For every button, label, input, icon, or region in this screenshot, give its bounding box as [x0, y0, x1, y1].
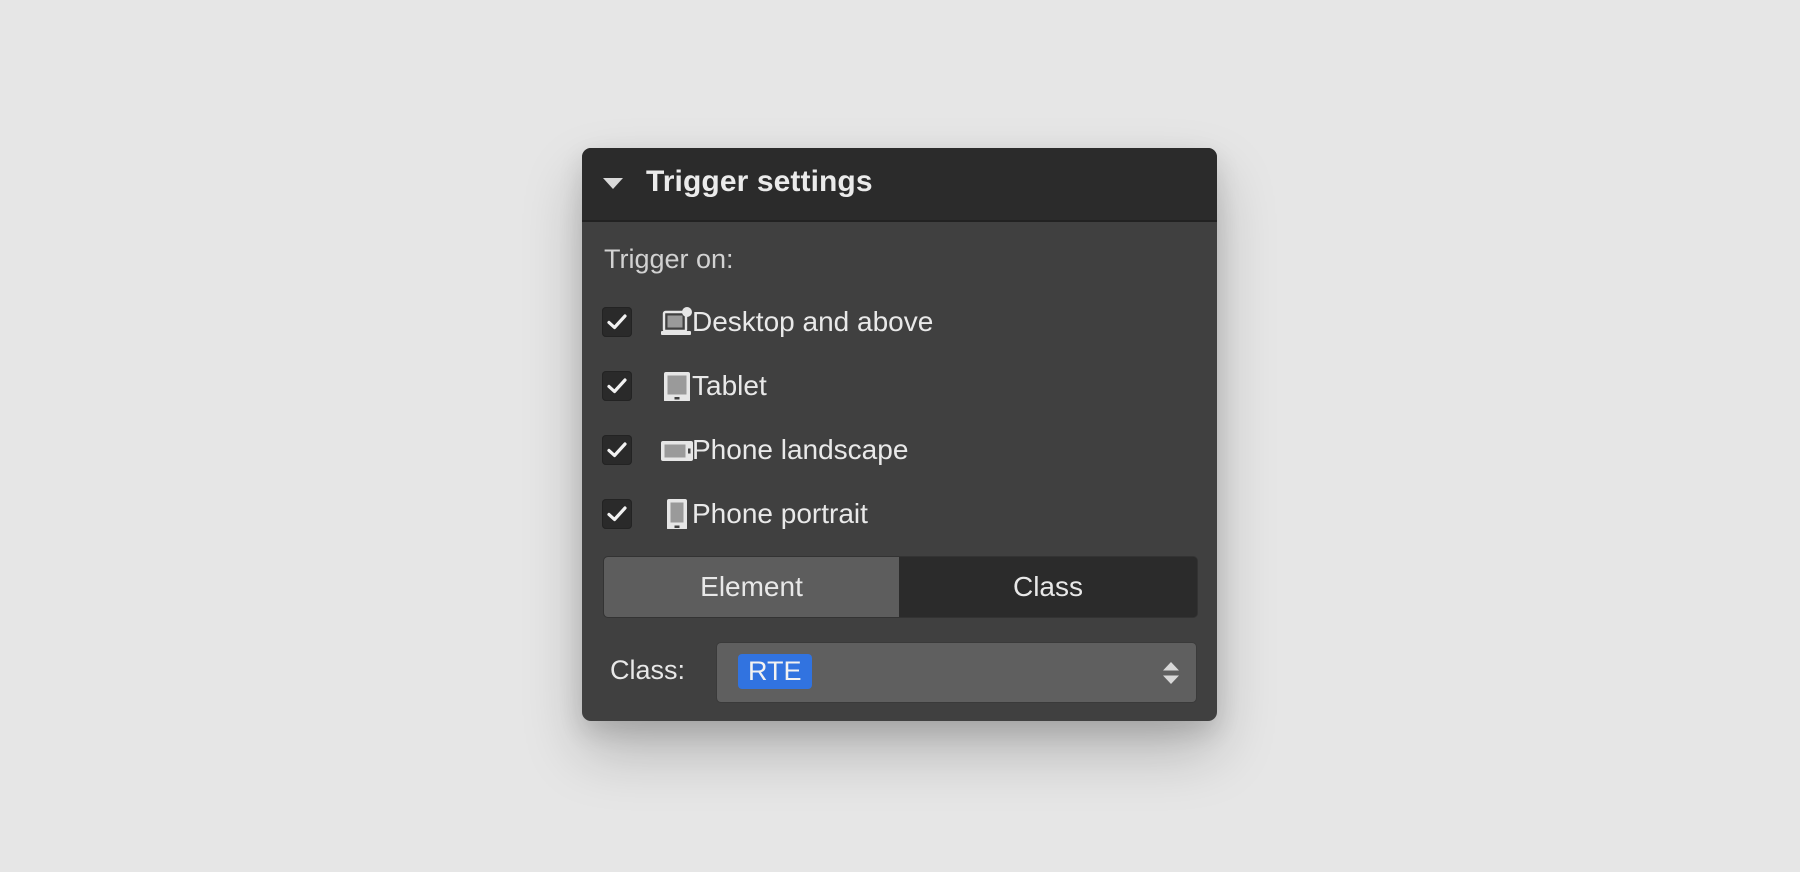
breakpoint-label: Phone landscape	[692, 434, 909, 465]
checkmark-icon	[607, 506, 627, 522]
breakpoint-row-tablet: Tablet	[602, 369, 1192, 403]
phone-landscape-icon	[661, 441, 693, 461]
phone-portrait-checkbox[interactable]	[602, 499, 632, 529]
breakpoint-row-phone-portrait: Phone portrait	[602, 497, 1192, 531]
breakpoint-label: Tablet	[692, 370, 767, 401]
desktop-icon	[661, 307, 692, 335]
breakpoint-row-desktop: Desktop and above	[602, 305, 1192, 339]
segment-class[interactable]: Class	[899, 557, 1197, 617]
tablet-icon	[664, 372, 690, 401]
class-field-label: Class:	[610, 655, 686, 685]
desktop-checkbox[interactable]	[602, 307, 632, 337]
phone-landscape-checkbox[interactable]	[602, 435, 632, 465]
breakpoint-row-phone-landscape: Phone landscape	[602, 433, 1192, 467]
target-type-segmented-control: Element Class	[604, 557, 1197, 617]
breakpoint-label: Phone portrait	[692, 498, 868, 529]
select-stepper-icon	[1163, 662, 1179, 684]
checkmark-icon	[607, 442, 627, 458]
caret-down-icon[interactable]	[603, 178, 623, 189]
tablet-checkbox[interactable]	[602, 371, 632, 401]
class-chip[interactable]: RTE	[738, 654, 812, 689]
segment-element[interactable]: Element	[604, 557, 899, 617]
phone-portrait-icon	[667, 499, 687, 529]
trigger-settings-panel: Trigger settings Trigger on: Desktop and…	[582, 148, 1217, 721]
trigger-on-label: Trigger on:	[604, 244, 734, 274]
panel-header[interactable]: Trigger settings	[582, 148, 1217, 222]
breakpoint-label: Desktop and above	[692, 306, 934, 337]
checkmark-icon	[607, 314, 627, 330]
class-select[interactable]: RTE	[717, 643, 1196, 702]
checkmark-icon	[607, 378, 627, 394]
panel-title: Trigger settings	[646, 165, 873, 198]
